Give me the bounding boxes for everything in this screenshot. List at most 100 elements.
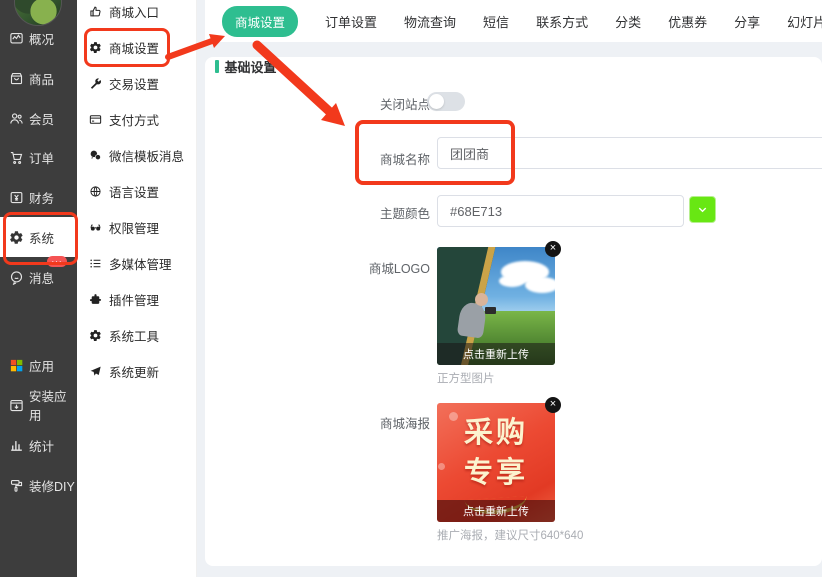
plugin-icon <box>89 293 102 306</box>
secondary-sidebar: 商城入口 商城设置 交易设置 支付方式 微信模板消息 语言设置 <box>77 0 197 577</box>
statistics-icon <box>9 438 24 453</box>
toggle-knob <box>429 94 444 109</box>
app-window: 概况 商品 会员 订单 财务 系统 消息 ··· 应用 <box>0 0 822 577</box>
submenu-item-label: 语言设置 <box>109 182 159 201</box>
mall-name-input[interactable] <box>437 137 822 169</box>
orders-icon <box>9 150 24 165</box>
sidebar-item-orders[interactable]: 订单 <box>0 137 77 177</box>
submenu-item-trade-settings[interactable]: 交易设置 <box>77 65 196 101</box>
wechat-bubbles-icon <box>89 149 102 162</box>
tab-share[interactable]: 分享 <box>734 12 760 31</box>
submenu-item-label: 微信模板消息 <box>109 146 184 165</box>
logo-remove-icon[interactable]: × <box>545 241 561 257</box>
gear-icon <box>89 329 102 342</box>
theme-color-label: 主题颜色 <box>300 203 430 222</box>
submenu-item-label: 支付方式 <box>109 110 159 129</box>
poster-reupload-overlay[interactable]: 点击重新上传 <box>437 500 555 522</box>
gear-icon <box>9 230 24 245</box>
cloud-shape <box>525 277 555 293</box>
logo-hint: 正方型图片 <box>437 370 495 386</box>
submenu-item-mall-settings[interactable]: 商城设置 <box>77 29 196 65</box>
submenu-item-media-management[interactable]: 多媒体管理 <box>77 245 196 281</box>
submenu-item-system-tools[interactable]: 系统工具 <box>77 317 196 353</box>
mall-poster-label: 商城海报 <box>300 413 430 432</box>
theme-color-input[interactable] <box>437 195 684 227</box>
sidebar-item-label: 消息 <box>29 268 54 287</box>
sidebar-item-install-apps[interactable]: 安装应用 <box>0 385 77 425</box>
sidebar-item-finance[interactable]: 财务 <box>0 177 77 217</box>
tab-slides[interactable]: 幻灯片 <box>787 12 822 31</box>
poster-hint: 推广海报，建议尺寸640*640 <box>437 527 583 543</box>
submenu-item-label: 交易设置 <box>109 74 159 93</box>
gear-icon <box>89 41 102 54</box>
sidebar-item-label: 统计 <box>29 436 54 455</box>
close-site-label: 关闭站点 <box>300 94 430 113</box>
submenu-item-payment-methods[interactable]: 支付方式 <box>77 101 196 137</box>
color-picker-button[interactable] <box>689 196 716 223</box>
paint-roller-icon <box>9 478 24 493</box>
logo-image: 点击重新上传 <box>437 247 555 365</box>
section-header: 基础设置 <box>215 57 277 76</box>
tab-category[interactable]: 分类 <box>615 12 641 31</box>
sidebar-item-label: 装修DIY <box>29 476 75 495</box>
overview-icon <box>9 31 24 46</box>
poster-image-upload[interactable]: 采购 专享 点击重新上传 × <box>437 403 555 522</box>
messages-badge: ··· <box>47 256 67 267</box>
sidebar-item-label: 订单 <box>29 148 54 167</box>
poster-text: 采购 专享 <box>437 413 555 493</box>
apps-icon <box>9 358 24 373</box>
finance-icon <box>9 190 24 205</box>
sidebar-item-statistics[interactable]: 统计 <box>0 425 77 465</box>
settings-card: 基础设置 关闭站点 商城名称 主题颜色 商城LOGO <box>205 57 822 566</box>
tab-coupons[interactable]: 优惠券 <box>668 12 707 31</box>
section-title: 基础设置 <box>225 57 277 76</box>
submenu-item-label: 系统工具 <box>109 326 159 345</box>
submenu-item-mall-entrance[interactable]: 商城入口 <box>77 0 196 29</box>
sidebar-item-system[interactable]: 系统 <box>0 217 77 257</box>
submenu-item-system-update[interactable]: 系统更新 <box>77 353 196 389</box>
sidebar-item-label: 商品 <box>29 69 54 88</box>
cloud-shape <box>499 275 525 287</box>
language-icon <box>89 185 102 198</box>
logo-image-upload[interactable]: 点击重新上传 × <box>437 247 555 365</box>
sidebar-item-label: 会员 <box>29 109 54 128</box>
poster-remove-icon[interactable]: × <box>545 397 561 413</box>
list-icon <box>89 257 102 270</box>
tab-order-settings[interactable]: 订单设置 <box>325 12 377 31</box>
sidebar-item-label: 概况 <box>29 29 54 48</box>
submenu-item-label: 商城设置 <box>109 38 159 57</box>
tab-logistics-query[interactable]: 物流查询 <box>404 12 456 31</box>
tab-sms[interactable]: 短信 <box>483 12 509 31</box>
submenu-item-plugin-management[interactable]: 插件管理 <box>77 281 196 317</box>
submenu-item-label: 商城入口 <box>109 2 159 21</box>
submenu-item-permission-management[interactable]: 权限管理 <box>77 209 196 245</box>
goods-icon <box>9 71 24 86</box>
mall-logo-label: 商城LOGO <box>300 258 430 277</box>
credit-card-icon <box>89 113 102 126</box>
poster-image: 采购 专享 点击重新上传 <box>437 403 555 522</box>
submenu-item-label: 系统更新 <box>109 362 159 381</box>
sidebar-item-apps[interactable]: 应用 <box>0 345 77 385</box>
message-icon <box>9 270 24 285</box>
submenu-item-language-settings[interactable]: 语言设置 <box>77 173 196 209</box>
submenu-item-wechat-template-messages[interactable]: 微信模板消息 <box>77 137 196 173</box>
main-area: 商城设置 订单设置 物流查询 短信 联系方式 分类 优惠券 分享 幻灯片 广告 … <box>197 0 822 577</box>
sidebar-item-decorate-diy[interactable]: 装修DIY <box>0 465 77 505</box>
primary-sidebar: 概况 商品 会员 订单 财务 系统 消息 ··· 应用 <box>0 0 77 577</box>
submenu-item-label: 多媒体管理 <box>109 254 172 273</box>
sidebar-item-members[interactable]: 会员 <box>0 98 77 138</box>
glasses-icon <box>89 221 102 234</box>
sidebar-item-goods[interactable]: 商品 <box>0 58 77 98</box>
sidebar-item-overview[interactable]: 概况 <box>0 18 77 58</box>
tab-mall-settings[interactable]: 商城设置 <box>222 6 298 37</box>
install-apps-icon <box>9 398 24 413</box>
submenu-item-label: 插件管理 <box>109 290 159 309</box>
tab-bar: 商城设置 订单设置 物流查询 短信 联系方式 分类 优惠券 分享 幻灯片 广告 <box>205 0 822 42</box>
sidebar-item-label: 系统 <box>29 228 54 247</box>
logo-reupload-overlay[interactable]: 点击重新上传 <box>437 343 555 365</box>
tab-contact[interactable]: 联系方式 <box>536 12 588 31</box>
mall-name-label: 商城名称 <box>300 149 430 168</box>
close-site-toggle[interactable] <box>427 92 465 111</box>
sidebar-item-label: 安装应用 <box>29 386 77 424</box>
sidebar-item-label: 应用 <box>29 356 54 375</box>
